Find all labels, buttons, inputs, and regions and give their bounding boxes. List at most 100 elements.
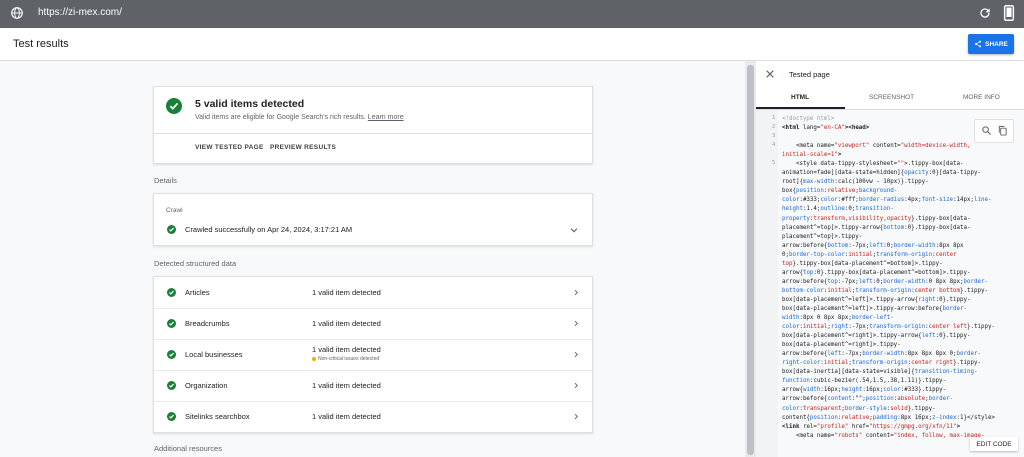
line-number-gutter: 1 2 3 4 5 [756,110,778,457]
code-token: :cubic-bezier(.54,1.5,.38,1.11)}.tippy- [809,378,947,385]
code-token: :#fff; [837,197,859,204]
structured-data-row-articles[interactable]: Articles 1 valid item detected [154,277,592,309]
tested-page-panel: Tested page HTML SCREENSHOT MORE INFO 1 … [756,61,1024,457]
code-token: left [869,242,884,249]
code-token: transparent [802,405,842,412]
code-token: lang= [802,125,821,132]
code-token: border-width [862,351,905,358]
code-token: font-size [921,197,954,204]
code-token: :1}</style> [956,414,995,421]
copy-icon[interactable] [997,125,1008,136]
structured-data-row-breadcrumbs[interactable]: Breadcrumbs 1 valid item detected [154,308,592,340]
structured-data-row-sitelinks-searchbox[interactable]: Sitelinks searchbox 1 valid item detecte… [154,401,592,432]
code-token: name= [816,432,835,439]
code-line: right-color:initial;transform-origin:cen… [782,359,1012,368]
edit-code-button[interactable]: EDIT CODE [970,437,1018,451]
code-token: right [830,324,849,331]
tab-more-info[interactable]: MORE INFO [963,94,1000,101]
code-token: relative [827,188,856,195]
code-line: box[data-placement^=right]>.tippy-arrow{… [782,332,1012,341]
crawl-card[interactable]: Crawl Crawled successfully on Apr 24, 20… [153,193,593,246]
item-status: 1 valid item detected [312,319,381,328]
code-line: arrow{width:16px;height:16px;color:#333}… [782,386,1012,395]
structured-data-row-local-businesses[interactable]: Local businesses 1 valid item detected N… [154,339,592,371]
share-button[interactable]: SHARE [968,34,1014,54]
code-token: }.tippy- [907,405,936,412]
code-token: arrow:before{ [782,278,828,285]
code-token: }.tippy-box[data-placement^=bottom]>.tip… [792,260,943,267]
crawl-label: Crawl [166,207,183,214]
check-circle-icon [167,225,176,234]
preview-results-button[interactable]: PREVIEW RESULTS [270,144,336,151]
code-token: :4px; [904,197,922,204]
code-line: arrow:before{left:-7px;border-width:8px … [782,350,1012,359]
code-token: :-7px; [848,324,870,331]
code-token: :0; [883,242,894,249]
code-token: z-index [932,414,957,421]
learn-more-link[interactable]: Learn more [368,114,404,121]
chevron-right-icon [574,382,578,389]
code-token: <meta [782,432,817,439]
code-token: :calc(100vw - 10px)}.tippy- [834,179,929,186]
code-token: <html [782,125,803,132]
code-token: bottom [827,242,849,249]
reload-icon[interactable] [978,6,992,20]
code-token: transform-origin [876,251,933,258]
item-name: Sitelinks searchbox [185,412,250,421]
check-circle-icon [167,412,176,421]
search-icon[interactable] [981,125,992,136]
code-line: arrow:before{top:-7px;left:0;border-widt… [782,278,1012,287]
url-text[interactable]: https://zi-mex.com/ [38,7,122,18]
code-token: left [921,333,936,340]
code-token: href= [848,423,870,430]
browser-url-bar: https://zi-mex.com/ [0,0,1024,28]
code-token: border-radius [858,197,905,204]
code-token: center right [911,360,954,367]
code-token: initial [848,251,873,258]
code-token: :8px 0 8px 8px; [799,315,852,322]
code-token: height [841,387,863,394]
results-scrollbar[interactable] [745,61,756,457]
scrollbar-thumb[interactable] [747,65,754,455]
code-token: > [837,152,842,159]
code-token: <meta [782,143,817,150]
check-circle-icon [167,288,176,297]
code-token: transform-origin [869,324,926,331]
chevron-right-icon [574,289,578,296]
code-line: <link rel="profile" href="https://gmpg.o… [782,423,1012,432]
close-icon[interactable] [765,69,775,79]
crawl-status-text: Crawled successfully on Apr 24, 2024, 3:… [185,225,353,234]
check-circle-icon [166,98,182,114]
code-token: function [782,378,810,385]
tab-html[interactable]: HTML [791,94,809,101]
code-line: content{position:relative;padding:8px 16… [782,414,1012,423]
details-label: Details [154,176,177,185]
code-token: :16px; [862,387,884,394]
code-token: :16px; [820,387,842,394]
code-line: root]{max-width:calc(100vw - 10px)}.tipp… [782,178,1012,187]
html-source-text: <!doctype html> <html lang="en-CA"><head>… [782,115,1012,441]
line-number: 4 [772,142,776,148]
code-line: animation=fade][data-state=hidden]{opaci… [782,169,1012,178]
code-line: bottom-color:initial;transform-origin:ce… [782,287,1012,296]
tab-screenshot[interactable]: SCREENSHOT [869,94,914,101]
code-token: padding [872,414,898,421]
code-token: width [802,387,821,394]
code-token: >.tippy-box[data- [904,161,964,168]
code-token: content= [869,143,901,150]
mobile-device-icon[interactable] [1002,5,1016,21]
html-code-viewer[interactable]: 1 2 3 4 5 <!doctype html> <html lang="en-… [756,110,1024,457]
results-panel: 5 valid items detected Valid items are e… [0,61,745,457]
code-token: color [782,324,800,331]
structured-data-row-organization[interactable]: Organization 1 valid item detected [154,370,592,402]
code-token: arrow:before{ [782,242,828,249]
code-token: <style [782,161,821,168]
code-token: :-7px; [848,242,870,249]
code-token: line- [974,197,992,204]
code-token: arrow{ [782,269,803,276]
code-token: "width=device-width, [900,143,971,150]
chevron-right-icon [574,413,578,420]
view-tested-page-button[interactable]: VIEW TESTED PAGE [195,144,264,151]
code-token: 0; [782,251,789,258]
chevron-down-icon[interactable] [569,225,579,235]
